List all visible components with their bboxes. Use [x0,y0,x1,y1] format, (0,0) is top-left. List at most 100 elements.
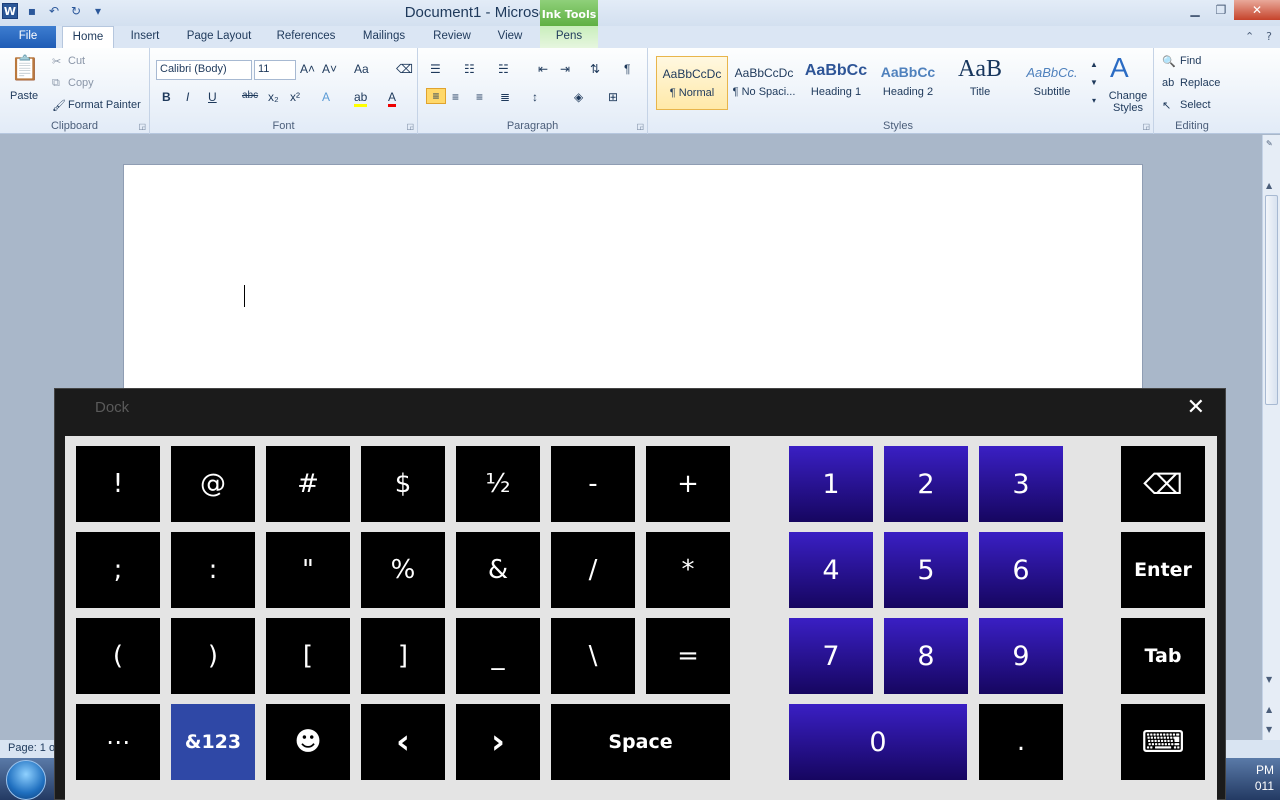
strikethrough-icon[interactable]: abc [242,90,258,101]
key-0[interactable]: 0 [789,704,967,780]
change-styles-icon[interactable]: A [1110,52,1129,84]
tab-review[interactable]: Review [424,26,480,48]
key-7[interactable]: 7 [789,618,873,694]
tab-file[interactable]: File [0,26,56,48]
ink-select-icon[interactable]: ✎ [1266,139,1273,148]
style-title[interactable]: AaB Title [944,56,1016,110]
style-subtitle[interactable]: AaBbCc. Subtitle [1016,56,1088,110]
scroll-down-icon[interactable]: ▼ [1266,675,1272,684]
enter-key[interactable]: Enter [1121,532,1205,608]
styles-scroll-icon[interactable]: ▲ ▼ ▾ [1090,56,1098,110]
change-case-icon[interactable]: Aa [354,62,369,76]
close-window-icon[interactable]: ✕ [1234,0,1280,20]
style-no-spacing[interactable]: AaBbCcDc ¶ No Spaci... [728,56,800,110]
copy-button[interactable]: Copy [68,77,94,89]
clipboard-launcher-icon[interactable]: ◲ [138,122,146,131]
more-keys-icon[interactable]: ⋯ [76,704,160,780]
key-9[interactable]: 9 [979,618,1063,694]
key-minus[interactable]: - [551,446,635,522]
page-count-status[interactable]: Page: 1 o [8,742,55,754]
next-page-icon[interactable]: ▼ [1266,725,1272,734]
shading-icon[interactable]: ◈ [574,90,583,104]
style-normal[interactable]: AaBbCcDc ¶ Normal [656,56,728,110]
key-1[interactable]: 1 [789,446,873,522]
grow-font-icon[interactable]: A˄ [300,62,315,76]
styles-launcher-icon[interactable]: ◲ [1142,122,1150,131]
font-launcher-icon[interactable]: ◲ [406,122,414,131]
key-dollar[interactable]: $ [361,446,445,522]
minimize-ribbon-icon[interactable]: ⌃ [1245,30,1254,43]
align-left-icon[interactable]: ≡ [426,88,446,104]
borders-icon[interactable]: ⊞ [608,90,618,104]
dock-button[interactable]: Dock [95,399,129,416]
paste-button[interactable]: Paste [10,90,38,102]
paragraph-launcher-icon[interactable]: ◲ [636,122,644,131]
style-heading-1[interactable]: AaBbCc Heading 1 [800,56,872,110]
key-semicolon[interactable]: ; [76,532,160,608]
symbol-mode-key[interactable]: &123 [171,704,255,780]
text-effects-icon[interactable]: A [322,90,330,104]
key-colon[interactable]: : [171,532,255,608]
bullets-icon[interactable]: ☰ [430,62,441,76]
align-center-icon[interactable]: ≡ [452,90,459,104]
backspace-icon[interactable]: ⌫ [1121,446,1205,522]
italic-icon[interactable]: I [186,90,189,104]
key-8[interactable]: 8 [884,618,968,694]
key-open-bracket[interactable]: [ [266,618,350,694]
tab-home[interactable]: Home [62,26,114,48]
tab-page-layout[interactable]: Page Layout [180,26,258,48]
key-2[interactable]: 2 [884,446,968,522]
tab-pens[interactable]: Pens [540,26,598,48]
key-at[interactable]: @ [171,446,255,522]
font-name-field[interactable]: Calibri (Body) [156,60,252,80]
key-quote[interactable]: " [266,532,350,608]
clear-formatting-icon[interactable]: ⌫ [396,62,413,76]
vertical-scrollbar[interactable]: ✎ ▲ ▼ ▲ ▼ [1262,135,1280,745]
shrink-font-icon[interactable]: A˅ [322,62,337,76]
style-heading-2[interactable]: AaBbCc Heading 2 [872,56,944,110]
key-hash[interactable]: # [266,446,350,522]
bold-icon[interactable]: B [162,90,171,104]
justify-icon[interactable]: ≣ [500,90,510,104]
key-backslash[interactable]: \ [551,618,635,694]
format-painter-button[interactable]: Format Painter [68,99,141,111]
font-color-icon[interactable]: A [388,90,397,107]
show-marks-icon[interactable]: ¶ [624,62,630,76]
start-button-icon[interactable] [6,760,46,800]
key-period[interactable]: . [979,704,1063,780]
key-close-paren[interactable]: ) [171,618,255,694]
key-asterisk[interactable]: * [646,532,730,608]
numbering-icon[interactable]: ☷ [464,62,475,76]
keyboard-layout-icon[interactable]: ⌨ [1121,704,1205,780]
right-arrow-key[interactable]: › [456,704,540,780]
key-3[interactable]: 3 [979,446,1063,522]
system-clock[interactable]: PM 011 [1255,762,1274,794]
tab-view[interactable]: View [490,26,530,48]
change-styles-button[interactable]: Change Styles [1108,90,1148,114]
key-ampersand[interactable]: & [456,532,540,608]
key-close-bracket[interactable]: ] [361,618,445,694]
key-open-paren[interactable]: ( [76,618,160,694]
key-percent[interactable]: % [361,532,445,608]
select-button[interactable]: Select [1180,99,1211,111]
increase-indent-icon[interactable]: ⇥ [560,62,570,76]
key-underscore[interactable]: _ [456,618,540,694]
subscript-icon[interactable]: x₂ [268,90,279,104]
key-5[interactable]: 5 [884,532,968,608]
space-key[interactable]: Space [551,704,730,780]
decrease-indent-icon[interactable]: ⇤ [538,62,548,76]
sort-icon[interactable]: ⇅ [590,62,600,76]
scrollbar-thumb[interactable] [1265,195,1278,405]
key-6[interactable]: 6 [979,532,1063,608]
key-exclamation[interactable]: ! [76,446,160,522]
align-right-icon[interactable]: ≡ [476,90,483,104]
find-button[interactable]: Find [1180,55,1201,67]
key-slash[interactable]: / [551,532,635,608]
key-half[interactable]: ½ [456,446,540,522]
keyboard-close-icon[interactable]: ✕ [1187,395,1205,420]
scroll-up-icon[interactable]: ▲ [1266,181,1272,190]
superscript-icon[interactable]: x² [290,90,300,104]
line-spacing-icon[interactable]: ↕ [532,90,538,104]
highlight-icon[interactable]: ab [354,90,368,107]
maximize-icon[interactable]: ❐ [1208,0,1234,20]
